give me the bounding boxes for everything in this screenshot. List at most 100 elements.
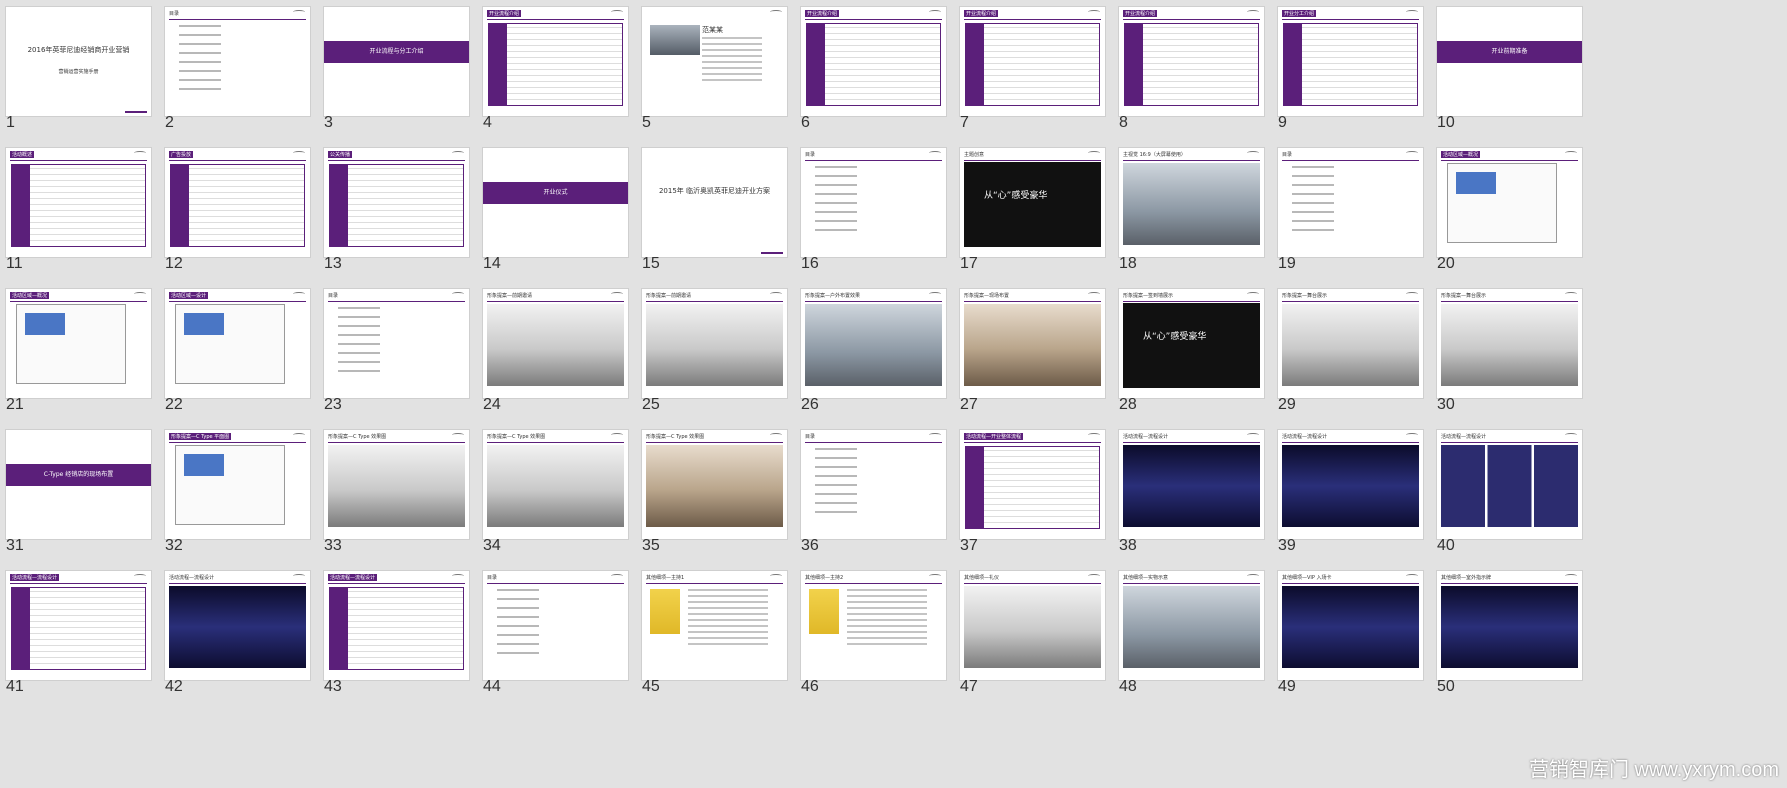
slide-thumbnail[interactable]: 主视觉 16:9（大屏幕使用） 18 [1113, 141, 1281, 301]
slide-thumbnail[interactable]: 其他细项—室外指示牌 50 [1431, 564, 1599, 724]
slide-thumbnail[interactable]: 活动区域—概况 21 [0, 282, 168, 442]
slide-preview[interactable]: 活动流程—流程设计 [1437, 430, 1582, 539]
slide-thumbnail[interactable]: 形象提案—前期邀请 24 [477, 282, 645, 442]
slide-thumbnail[interactable]: 公关传播 13 [318, 141, 486, 301]
slide-preview[interactable]: 开业前期准备 [1437, 7, 1582, 116]
slide-thumbnail[interactable]: 活动流程—开业整体流程 37 [954, 423, 1122, 583]
slide-preview[interactable]: 目录 [165, 7, 310, 116]
slide-preview[interactable]: 形象提案—C Type 效果图 [483, 430, 628, 539]
slide-thumbnail[interactable]: 形象提案—C Type 平面图 32 [159, 423, 327, 583]
slide-preview[interactable]: 其他细项—主持2 [801, 571, 946, 680]
slide-thumbnail[interactable]: 其他细项—实物示意 48 [1113, 564, 1281, 724]
slide-preview[interactable]: 开业流程介绍 [1119, 7, 1264, 116]
slide-thumbnail[interactable]: 活动流程—流程设计 42 [159, 564, 327, 724]
slide-preview[interactable]: 目录 [801, 148, 946, 257]
slide-preview[interactable]: 活动流程—流程设计 [1119, 430, 1264, 539]
slide-preview[interactable]: 形象提案—C Type 效果图 [642, 430, 787, 539]
slide-thumbnail[interactable]: 目录 2 [159, 0, 327, 160]
slide-thumbnail[interactable]: 形象提案—C Type 效果图 35 [636, 423, 804, 583]
slide-thumbnail[interactable]: 活动区域—概况 20 [1431, 141, 1599, 301]
slide-preview[interactable]: 广告投放 [165, 148, 310, 257]
slide-preview[interactable]: 形象提案—前期邀请 [642, 289, 787, 398]
slide-preview[interactable]: 形象提案—现场布置 [960, 289, 1105, 398]
slide-preview[interactable]: 2015年 临沂奥凯英菲尼迪开业方案 [642, 148, 787, 257]
slide-thumbnail[interactable]: 形象提案—C Type 效果图 33 [318, 423, 486, 583]
slide-preview[interactable]: 其他细项—室外指示牌 [1437, 571, 1582, 680]
slide-preview[interactable]: 其他细项—主持1 [642, 571, 787, 680]
slide-preview[interactable]: 目录 [801, 430, 946, 539]
slide-thumbnail[interactable]: 活动概述 11 [0, 141, 168, 301]
slide-preview[interactable]: 形象提案—C Type 效果图 [324, 430, 469, 539]
slide-preview[interactable]: 活动流程—流程设计 [1278, 430, 1423, 539]
slide-thumbnail[interactable]: 活动流程—流程设计 38 [1113, 423, 1281, 583]
slide-thumbnail[interactable]: 主题创意 从“心”感受豪华 17 [954, 141, 1122, 301]
slide-thumbnail[interactable]: 广告投放 12 [159, 141, 327, 301]
slide-thumbnail[interactable]: 目录 23 [318, 282, 486, 442]
slide-thumbnail[interactable]: 开业流程介绍 7 [954, 0, 1122, 160]
slide-preview[interactable]: 其他细项—VIP 入场卡 [1278, 571, 1423, 680]
slide-thumbnail[interactable]: 其他细项—主持2 46 [795, 564, 963, 724]
slide-thumbnail[interactable]: 目录 19 [1272, 141, 1440, 301]
slide-thumbnail[interactable]: 活动流程—流程设计 39 [1272, 423, 1440, 583]
slide-preview[interactable]: 活动流程—开业整体流程 [960, 430, 1105, 539]
slide-preview[interactable]: 主题创意 从“心”感受豪华 [960, 148, 1105, 257]
slide-thumbnail[interactable]: 形象提案—现场布置 27 [954, 282, 1122, 442]
slide-preview[interactable]: 开业分工介绍 [1278, 7, 1423, 116]
slide-thumbnail[interactable]: 活动区域—设计 22 [159, 282, 327, 442]
slide-preview[interactable]: 目录 [324, 289, 469, 398]
slide-thumbnail[interactable]: 目录 36 [795, 423, 963, 583]
slide-thumbnail[interactable]: 活动流程—流程设计 43 [318, 564, 486, 724]
slide-preview[interactable]: 活动区域—概况 [6, 289, 151, 398]
slide-preview[interactable]: 公关传播 [324, 148, 469, 257]
slide-preview[interactable]: 形象提案—舞台展示 [1278, 289, 1423, 398]
slide-preview[interactable]: 形象提案—C Type 平面图 [165, 430, 310, 539]
slide-preview[interactable]: 活动概述 [6, 148, 151, 257]
slide-preview[interactable]: 范某某 [642, 7, 787, 116]
slide-preview[interactable]: 形象提案—舞台展示 [1437, 289, 1582, 398]
slide-thumbnail[interactable]: 开业分工介绍 9 [1272, 0, 1440, 160]
slide-thumbnail[interactable]: C-Type 经销店的现场布置 31 [0, 423, 168, 583]
slide-thumbnail[interactable]: 活动流程—流程设计 40 [1431, 423, 1599, 583]
slide-thumbnail[interactable]: 范某某 5 [636, 0, 804, 160]
slide-thumbnail[interactable]: 开业前期准备 10 [1431, 0, 1599, 160]
slide-preview[interactable]: 其他细项—礼仪 [960, 571, 1105, 680]
slide-thumbnail[interactable]: 活动流程—流程设计 41 [0, 564, 168, 724]
slide-thumbnail[interactable]: 目录 44 [477, 564, 645, 724]
slide-preview[interactable]: 开业流程介绍 [801, 7, 946, 116]
slide-thumbnail[interactable]: 其他细项—主持1 45 [636, 564, 804, 724]
slide-preview[interactable]: C-Type 经销店的现场布置 [6, 430, 151, 539]
slide-preview[interactable]: 目录 [1278, 148, 1423, 257]
slide-preview[interactable]: 活动区域—设计 [165, 289, 310, 398]
slide-thumbnail[interactable]: 形象提案—签到墙展示 从“心”感受豪华 28 [1113, 282, 1281, 442]
slide-thumbnail[interactable]: 目录 16 [795, 141, 963, 301]
slide-preview[interactable]: 形象提案—签到墙展示 从“心”感受豪华 [1119, 289, 1264, 398]
slide-preview[interactable]: 活动流程—流程设计 [165, 571, 310, 680]
slide-thumbnail[interactable]: 开业仪式 14 [477, 141, 645, 301]
slide-preview[interactable]: 主视觉 16:9（大屏幕使用） [1119, 148, 1264, 257]
slide-thumbnail[interactable]: 2016年英菲尼迪经销商开业营销 营销运营实施手册 1 [0, 0, 168, 160]
slide-thumbnail[interactable]: 形象提案—舞台展示 29 [1272, 282, 1440, 442]
slide-thumbnail[interactable]: 形象提案—舞台展示 30 [1431, 282, 1599, 442]
slide-thumbnail[interactable]: 形象提案—C Type 效果图 34 [477, 423, 645, 583]
slide-preview[interactable]: 形象提案—户外布置效果 [801, 289, 946, 398]
slide-thumbnail[interactable]: 开业流程介绍 6 [795, 0, 963, 160]
slide-thumbnail[interactable]: 开业流程与分工介绍 3 [318, 0, 486, 160]
slide-preview[interactable]: 其他细项—实物示意 [1119, 571, 1264, 680]
slide-thumbnail[interactable]: 形象提案—户外布置效果 26 [795, 282, 963, 442]
slide-thumbnail[interactable]: 其他细项—礼仪 47 [954, 564, 1122, 724]
slide-preview[interactable]: 活动流程—流程设计 [324, 571, 469, 680]
slide-preview[interactable]: 活动区域—概况 [1437, 148, 1582, 257]
slide-preview[interactable]: 开业流程介绍 [483, 7, 628, 116]
slide-preview[interactable]: 目录 [483, 571, 628, 680]
slide-thumbnail[interactable]: 2015年 临沂奥凯英菲尼迪开业方案 15 [636, 141, 804, 301]
slide-preview[interactable]: 2016年英菲尼迪经销商开业营销 营销运营实施手册 [6, 7, 151, 116]
slide-thumbnail[interactable]: 其他细项—VIP 入场卡 49 [1272, 564, 1440, 724]
slide-preview[interactable]: 形象提案—前期邀请 [483, 289, 628, 398]
slide-preview[interactable]: 开业流程与分工介绍 [324, 7, 469, 116]
slide-thumbnail[interactable]: 形象提案—前期邀请 25 [636, 282, 804, 442]
slide-thumbnail[interactable]: 开业流程介绍 8 [1113, 0, 1281, 160]
slide-thumbnail[interactable]: 开业流程介绍 4 [477, 0, 645, 160]
slide-preview[interactable]: 开业流程介绍 [960, 7, 1105, 116]
slide-preview[interactable]: 活动流程—流程设计 [6, 571, 151, 680]
slide-preview[interactable]: 开业仪式 [483, 148, 628, 257]
